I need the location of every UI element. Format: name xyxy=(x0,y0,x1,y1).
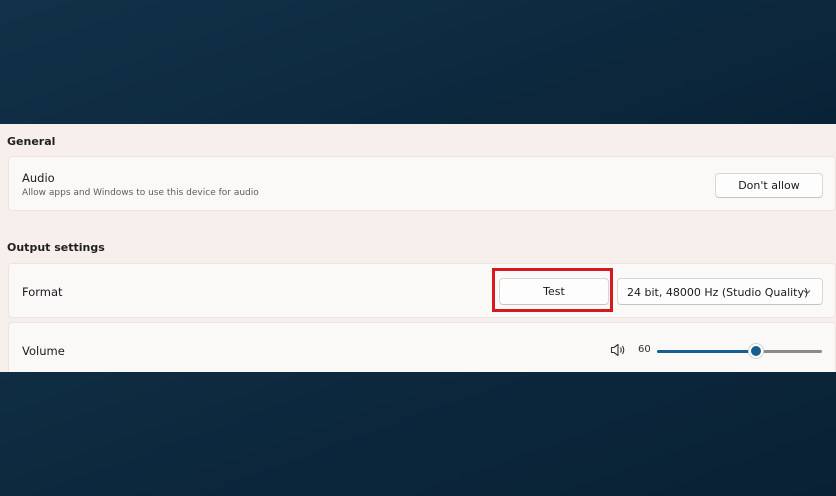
volume-title: Volume xyxy=(22,344,65,358)
volume-slider-fill xyxy=(657,350,756,353)
audio-card: Audio Allow apps and Windows to use this… xyxy=(8,156,836,211)
volume-value-label: 60 xyxy=(638,344,651,355)
desktop-background-bottom xyxy=(0,372,836,496)
desktop-background-top xyxy=(0,0,836,124)
format-dropdown-value: 24 bit, 48000 Hz (Studio Quality) xyxy=(627,286,809,299)
sound-settings-panel: General Audio Allow apps and Windows to … xyxy=(0,124,836,372)
format-title: Format xyxy=(22,285,63,299)
chevron-down-icon xyxy=(803,290,811,295)
dont-allow-button[interactable]: Don't allow xyxy=(715,173,823,198)
test-button-highlight-box xyxy=(492,268,613,312)
audio-title: Audio xyxy=(22,171,55,185)
format-card: Format Test 24 bit, 48000 Hz (Studio Qua… xyxy=(8,263,836,318)
volume-slider-thumb[interactable] xyxy=(749,344,763,358)
output-settings-section-title: Output settings xyxy=(7,241,105,254)
format-dropdown[interactable]: 24 bit, 48000 Hz (Studio Quality) xyxy=(617,278,823,305)
speaker-icon[interactable] xyxy=(610,343,626,357)
volume-card: Volume 60 xyxy=(8,322,836,372)
audio-description: Allow apps and Windows to use this devic… xyxy=(22,188,259,198)
general-section-title: General xyxy=(7,135,56,148)
